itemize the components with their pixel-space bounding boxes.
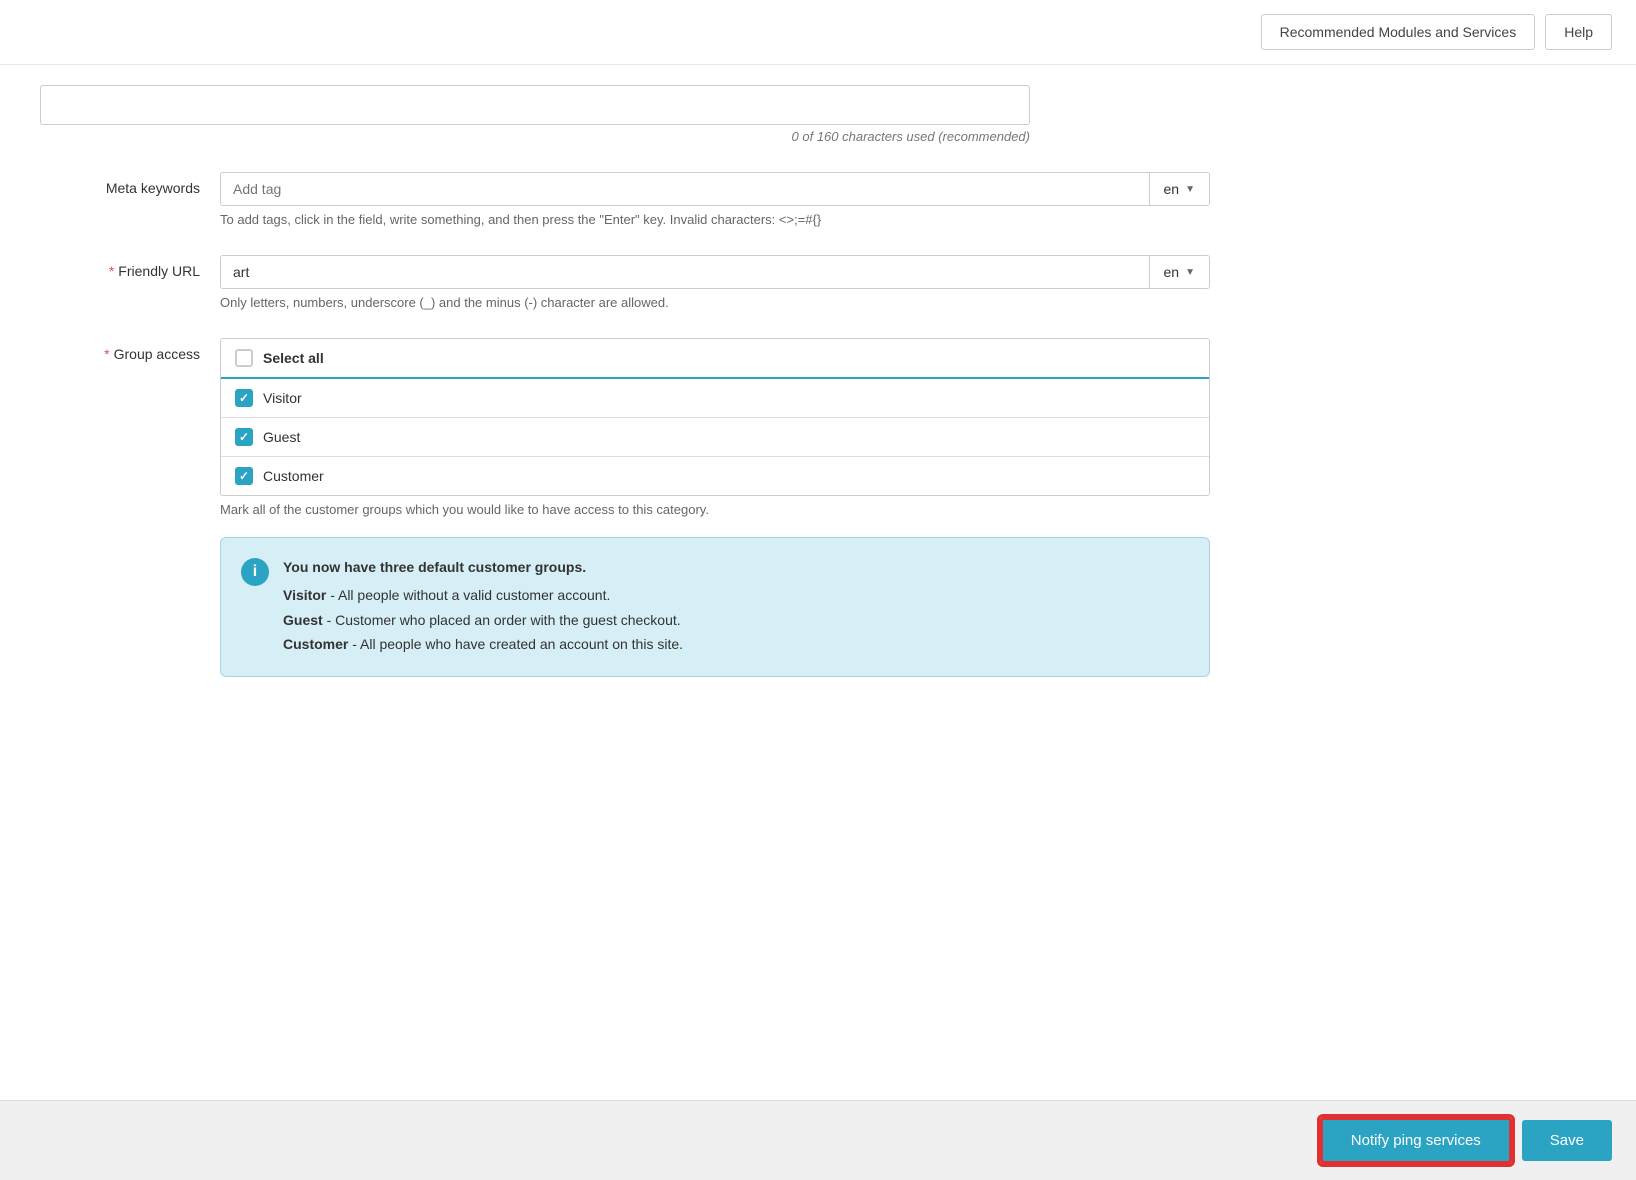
friendly-url-chevron-icon: ▼: [1185, 267, 1195, 278]
guest-checkbox[interactable]: [235, 428, 253, 446]
meta-keywords-field-group: en ▼ To add tags, click in the field, wr…: [220, 172, 1210, 227]
recommended-modules-button[interactable]: Recommended Modules and Services: [1261, 14, 1536, 50]
meta-keywords-hint: To add tags, click in the field, write s…: [220, 212, 1210, 227]
info-icon: i: [241, 558, 269, 586]
meta-keywords-input-container: en ▼: [220, 172, 1210, 206]
meta-keywords-lang-selector[interactable]: en ▼: [1149, 173, 1209, 205]
visitor-label: Visitor: [263, 390, 302, 406]
friendly-url-input-container: en ▼: [220, 255, 1210, 289]
info-text-block: You now have three default customer grou…: [283, 556, 683, 658]
friendly-url-input[interactable]: [221, 256, 1149, 288]
meta-keywords-input[interactable]: [221, 173, 1149, 205]
select-all-row[interactable]: Select all: [221, 339, 1209, 379]
footer-bar: Notify ping services Save: [0, 1100, 1636, 1180]
group-access-field-group: Select all Visitor Guest: [220, 338, 1210, 677]
meta-keywords-lang-value: en: [1164, 181, 1180, 197]
visitor-checkbox[interactable]: [235, 389, 253, 407]
page-wrapper: Recommended Modules and Services Help 0 …: [0, 0, 1636, 1180]
textarea-top-section: 0 of 160 characters used (recommended): [40, 85, 1596, 144]
content-area: 0 of 160 characters used (recommended) M…: [0, 65, 1636, 1180]
description-textarea[interactable]: [40, 85, 1030, 125]
info-title: You now have three default customer grou…: [283, 556, 683, 578]
customer-row[interactable]: Customer: [221, 457, 1209, 495]
friendly-url-label: *Friendly URL: [40, 255, 200, 279]
friendly-url-hint: Only letters, numbers, underscore (_) an…: [220, 295, 1210, 310]
meta-keywords-row: Meta keywords en ▼ To add tags, click in…: [40, 172, 1596, 227]
info-customer-bold: Customer: [283, 636, 348, 652]
group-access-label: *Group access: [40, 338, 200, 362]
customer-label: Customer: [263, 468, 324, 484]
info-line-visitor: Visitor - All people without a valid cus…: [283, 584, 683, 606]
checkbox-list: Select all Visitor Guest: [220, 338, 1210, 496]
info-box: i You now have three default customer gr…: [220, 537, 1210, 677]
group-access-hint: Mark all of the customer groups which yo…: [220, 502, 1210, 517]
info-line-guest: Guest - Customer who placed an order wit…: [283, 609, 683, 631]
guest-row[interactable]: Guest: [221, 418, 1209, 457]
info-visitor-bold: Visitor: [283, 587, 326, 603]
select-all-checkbox[interactable]: [235, 349, 253, 367]
save-button[interactable]: Save: [1522, 1120, 1612, 1161]
meta-keywords-label: Meta keywords: [40, 172, 200, 196]
friendly-url-row: *Friendly URL en ▼ Only letters, numbers…: [40, 255, 1596, 310]
meta-keywords-chevron-icon: ▼: [1185, 184, 1195, 195]
friendly-url-field-group: en ▼ Only letters, numbers, underscore (…: [220, 255, 1210, 310]
info-guest-text: - Customer who placed an order with the …: [323, 612, 681, 628]
info-visitor-text: - All people without a valid customer ac…: [326, 587, 610, 603]
group-access-row: *Group access Select all Visitor: [40, 338, 1596, 677]
help-button[interactable]: Help: [1545, 14, 1612, 50]
visitor-row[interactable]: Visitor: [221, 379, 1209, 418]
info-line-customer: Customer - All people who have created a…: [283, 633, 683, 655]
char-count: 0 of 160 characters used (recommended): [40, 129, 1030, 144]
customer-checkbox[interactable]: [235, 467, 253, 485]
friendly-url-required-star: *: [109, 263, 114, 279]
select-all-label: Select all: [263, 350, 324, 366]
notify-ping-services-button[interactable]: Notify ping services: [1320, 1117, 1512, 1164]
info-customer-text: - All people who have created an account…: [348, 636, 683, 652]
friendly-url-lang-selector[interactable]: en ▼: [1149, 256, 1209, 288]
top-bar: Recommended Modules and Services Help: [0, 0, 1636, 65]
info-guest-bold: Guest: [283, 612, 323, 628]
guest-label: Guest: [263, 429, 300, 445]
friendly-url-lang-value: en: [1164, 264, 1180, 280]
group-access-required-star: *: [104, 346, 109, 362]
